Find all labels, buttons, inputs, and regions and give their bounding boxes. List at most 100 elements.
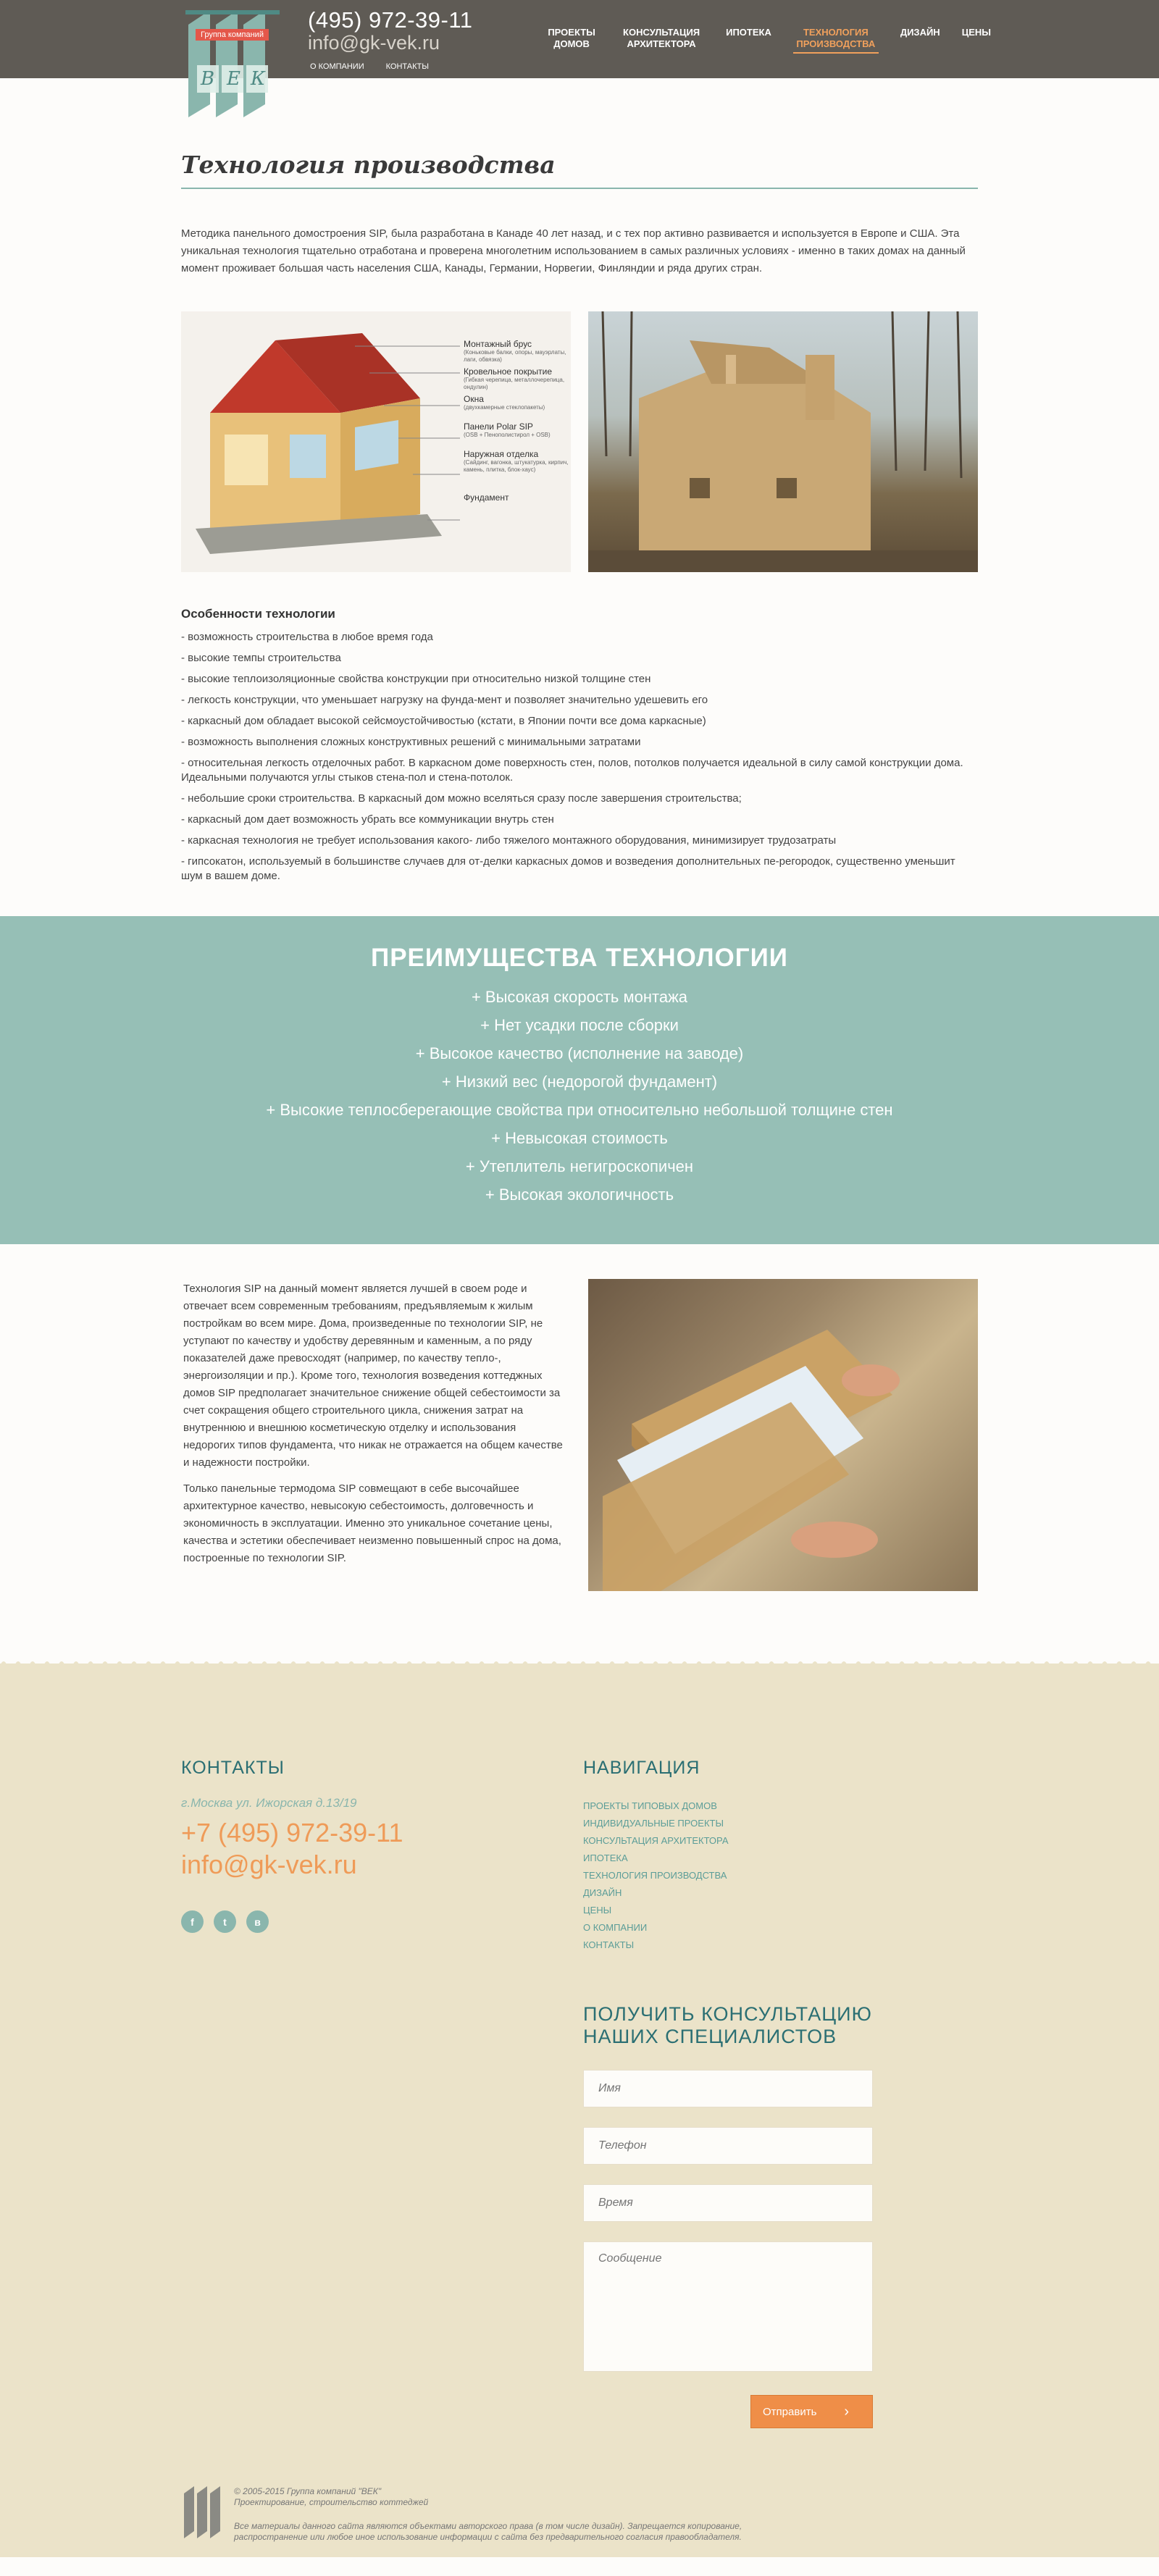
logo-graphic (185, 10, 280, 117)
social-links: f t в (181, 1910, 529, 1933)
footer-nav-item[interactable]: ИПОТЕКА (583, 1850, 873, 1867)
diagram-label-title: Фундамент (464, 492, 509, 503)
construction-photo-graphic (588, 311, 978, 572)
diagram-label-title: Наружная отделка (464, 449, 539, 459)
copyright-line: распространение или любое иное использов… (234, 2532, 742, 2542)
vkontakte-icon[interactable]: в (246, 1910, 269, 1933)
features-section: Особенности технологии - возможность стр… (181, 607, 978, 884)
sip-paragraph: Технология SIP на данный момент является… (183, 1283, 563, 1469)
benefits-list: + Высокая скорость монтажа + Нет усадки … (0, 983, 1159, 1209)
diagram-legend: Монтажный брус (Коньковые балки, опоры, м… (464, 339, 569, 503)
menu-item-technology[interactable]: ТЕХНОЛОГИЯ ПРОИЗВОДСТВА (792, 27, 879, 54)
copyright-block: © 2005-2015 Группа компаний "ВЕК" Проект… (181, 2486, 742, 2543)
footer-email[interactable]: info@gk-vek.ru (181, 1850, 529, 1880)
footer-nav-item[interactable]: ПРОЕКТЫ ТИПОВЫХ ДОМОВ (583, 1797, 873, 1815)
diagram-label-title: Панели Polar SIP (464, 421, 533, 432)
feature-item: - возможность строительства в любое врем… (181, 631, 433, 643)
intro-text: Методика панельного домостроения SIP, бы… (181, 227, 966, 274)
header-phone[interactable]: (495) 972-39-11 (308, 7, 473, 33)
benefit-item: + Невысокая стоимость (491, 1129, 668, 1147)
footer-navigation: НАВИГАЦИЯ ПРОЕКТЫ ТИПОВЫХ ДОМОВ ИНДИВИДУ… (583, 1758, 873, 2428)
diagram-label-sub: (Коньковые балки, опоры, мауэрлаты, лаги… (464, 349, 566, 363)
footer-contacts: КОНТАКТЫ г.Москва ул. Ижорская д.13/19 +… (181, 1758, 529, 1933)
copyright-text: © 2005-2015 Группа компаний "ВЕК" Проект… (234, 2486, 742, 2543)
menu-item-consult[interactable]: КОНСУЛЬТАЦИЯ АРХИТЕКТОРА (619, 27, 704, 50)
contacts-heading: КОНТАКТЫ (181, 1758, 285, 1778)
copyright-line: Все материалы данного сайта являются объ… (234, 2521, 742, 2531)
footer-nav-item[interactable]: ДИЗАЙН (583, 1884, 873, 1902)
benefit-item: + Утеплитель негигроскопичен (465, 1157, 694, 1175)
nav-heading: НАВИГАЦИЯ (583, 1758, 700, 1778)
feature-item: - небольшие сроки строительства. В карка… (181, 792, 742, 805)
house-diagram-image: Монтажный брус (Коньковые балки, опоры, м… (181, 311, 571, 572)
sip-panel-photo (588, 1279, 978, 1591)
sip-text: Технология SIP на данный момент является… (181, 1279, 565, 1591)
submit-label: Отправить (763, 2405, 817, 2418)
footer-nav-item[interactable]: ТЕХНОЛОГИЯ ПРОИЗВОДСТВА (583, 1867, 873, 1884)
footer-nav-item[interactable]: КОНСУЛЬТАЦИЯ АРХИТЕКТОРА (583, 1832, 873, 1850)
menu-item-design[interactable]: ДИЗАЙН (900, 27, 940, 38)
message-input[interactable] (583, 2241, 873, 2372)
feature-item: - каркасный дом дает возможность убрать … (181, 813, 554, 826)
footer-nav-list: ПРОЕКТЫ ТИПОВЫХ ДОМОВ ИНДИВИДУАЛЬНЫЕ ПРО… (583, 1797, 873, 1954)
diagram-label-sub: (Сайдинг, вагонка, штукатурка, кирпич, к… (464, 459, 569, 473)
copyright-line: © 2005-2015 Группа компаний "ВЕК" (234, 2486, 382, 2496)
feature-item: - гипсокатон, используемый в большинстве… (181, 855, 955, 882)
copyright-line: Проектирование, строительство коттеджей (234, 2497, 429, 2507)
benefit-item: + Низкий вес (недорогой фундамент) (441, 1073, 718, 1091)
time-input[interactable] (583, 2184, 873, 2222)
features-list: - возможность строительства в любое врем… (181, 630, 978, 884)
main-menu: ПРОЕКТЫ ДОМОВ КОНСУЛЬТАЦИЯ АРХИТЕКТОРА И… (546, 27, 991, 54)
site-footer: КОНТАКТЫ г.Москва ул. Ижорская д.13/19 +… (0, 1661, 1159, 2557)
name-input[interactable] (583, 2070, 873, 2107)
facebook-icon[interactable]: f (181, 1910, 204, 1933)
twitter-icon[interactable]: t (214, 1910, 236, 1933)
diagram-label-title: Монтажный брус (464, 339, 532, 349)
benefit-item: + Высокие теплосберегающие свойства при … (266, 1101, 893, 1119)
features-heading: Особенности технологии (181, 607, 335, 621)
benefits-banner: ПРЕИМУЩЕСТВА ТЕХНОЛОГИИ + Высокая скорос… (0, 916, 1159, 1244)
menu-item-prices[interactable]: ЦЕНЫ (962, 27, 991, 38)
page-title: Технология производства (181, 151, 978, 189)
top-links: О компании Контакты (310, 62, 429, 71)
footer-nav-item[interactable]: ЦЕНЫ (583, 1902, 873, 1919)
phone-input[interactable] (583, 2127, 873, 2165)
site-header: Группа компаний В Е К (495) 972-39-11 in… (0, 0, 1159, 117)
footer-phone[interactable]: +7 (495) 972-39-11 (181, 1818, 529, 1848)
top-link-contacts[interactable]: Контакты (386, 62, 429, 71)
menu-item-projects[interactable]: ПРОЕКТЫ ДОМОВ (546, 27, 597, 50)
benefits-heading: ПРЕИМУЩЕСТВА ТЕХНОЛОГИИ (371, 944, 788, 972)
footer-nav-item[interactable]: КОНТАКТЫ (583, 1937, 873, 1954)
footer-nav-item[interactable]: О КОМПАНИИ (583, 1919, 873, 1937)
consult-heading: ПОЛУЧИТЬ КОНСУЛЬТАЦИЮ НАШИХ СПЕЦИАЛИСТОВ (583, 2003, 872, 2047)
image-row: Монтажный брус (Коньковые балки, опоры, м… (181, 311, 978, 572)
submit-button[interactable]: Отправить › (750, 2395, 873, 2428)
sip-panel-graphic (603, 1330, 900, 1591)
footer-nav-item[interactable]: ИНДИВИДУАЛЬНЫЕ ПРОЕКТЫ (583, 1815, 873, 1832)
sip-paragraph: Только панельные термодома SIP совмещают… (183, 1482, 561, 1564)
feature-item: - каркасный дом обладает высокой сейсмоу… (181, 715, 706, 727)
diagram-label-title: Окна (464, 394, 484, 404)
company-logo[interactable]: Группа компаний В Е К (181, 10, 283, 117)
menu-item-mortgage[interactable]: ИПОТЕКА (726, 27, 771, 38)
diagram-label-sub: (Гибкая черепица, металлочерепица, ондул… (464, 377, 565, 390)
top-link-about[interactable]: О компании (310, 62, 364, 71)
diagram-label-sub: (OSB + Пенополистирол + OSB) (464, 432, 551, 438)
feature-item: - легкость конструкции, что уменьшает на… (181, 694, 708, 706)
consult-form: Отправить › (583, 2070, 873, 2428)
header-email[interactable]: info@gk-vek.ru (308, 32, 440, 54)
feature-item: - каркасная технология не требует исполь… (181, 834, 837, 847)
logo-letter: Е (227, 68, 240, 90)
feature-item: - высокие темпы строительства (181, 652, 341, 664)
benefit-item: + Высокое качество (исполнение на заводе… (415, 1044, 744, 1062)
logo-letter: К (251, 68, 266, 90)
feature-item: - высокие теплоизоляционные свойства кон… (181, 673, 651, 685)
benefit-item: + Высокая экологичность (485, 1186, 674, 1204)
feature-item: - возможность выполнения сложных констру… (181, 736, 641, 748)
logo-badge: Группа компаний (196, 29, 269, 41)
benefit-item: + Высокая скорость монтажа (471, 988, 688, 1006)
feature-item: - относительная легкость отделочных рабо… (181, 757, 963, 784)
construction-photo (588, 311, 978, 572)
logo-letter: В (201, 68, 215, 90)
benefit-item: + Нет усадки после сборки (480, 1016, 679, 1034)
